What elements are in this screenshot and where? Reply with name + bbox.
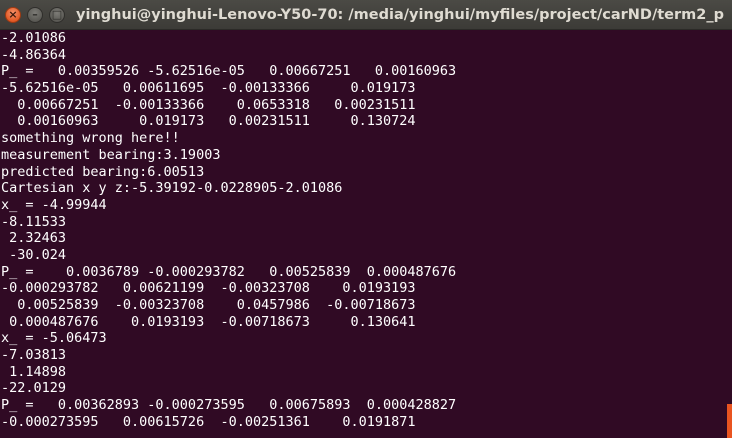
terminal-line: -0.000293782 0.00621199 -0.00323708 0.01…	[1, 280, 416, 297]
terminal-line: -0.000273595 0.00615726 -0.00251361 0.01…	[1, 413, 416, 430]
terminal-line: -2.01086	[1, 30, 67, 46]
minimize-button[interactable]: –	[27, 7, 43, 23]
terminal-line: predicted bearing:6.00513	[1, 163, 205, 180]
minimize-icon: –	[32, 8, 38, 21]
terminal-line: 0.00160963 0.019173 0.00231511 0.130724	[1, 113, 416, 130]
terminal-line: -7.03813	[1, 347, 67, 364]
maximize-icon: □	[51, 8, 63, 21]
terminal-line: x_ = -4.99944	[1, 196, 107, 213]
terminal-line: measurement bearing:3.19003	[1, 146, 221, 163]
terminal-line: 2.32463	[1, 230, 67, 247]
terminal-line: 0.00667251 -0.00133366 0.0653318 0.00231…	[1, 96, 416, 113]
terminal-output[interactable]: -2.01086 -4.86364 P_ = 0.00359526 -5.62516…	[1, 30, 732, 438]
terminal-line: -5.62516e-05 0.00611695 -0.00133366 0.01…	[1, 80, 416, 97]
terminal-line: P_ = 0.00362893 -0.000273595 0.00675893 …	[1, 397, 457, 414]
terminal-window: × – □ yinghui@yinghui-Lenovo-Y50-70: /me…	[0, 0, 732, 438]
window-title: yinghui@yinghui-Lenovo-Y50-70: /media/yi…	[76, 7, 724, 23]
terminal-line: -8.11533	[1, 213, 67, 230]
scrollbar-thumb[interactable]	[727, 404, 732, 438]
terminal-line: 0.000487676 0.0193193 -0.00718673 0.1306…	[1, 313, 416, 330]
terminal-line: -22.0129	[1, 380, 67, 397]
close-button[interactable]: ×	[5, 7, 21, 23]
terminal-line: P_ = 0.0036789 -0.000293782 0.00525839 0…	[1, 263, 457, 280]
terminal-line: -30.024	[1, 246, 67, 263]
terminal-line: -4.86364	[1, 46, 67, 63]
close-icon: ×	[8, 8, 18, 21]
terminal-line: P_ = 0.00359526 -5.62516e-05 0.00667251 …	[1, 63, 457, 80]
maximize-button[interactable]: □	[49, 7, 65, 23]
title-bar[interactable]: × – □ yinghui@yinghui-Lenovo-Y50-70: /me…	[0, 0, 732, 30]
terminal-line: 0.00525839 -0.00323708 0.0457986 -0.0071…	[1, 297, 416, 313]
terminal-line: x_ = -5.06473	[1, 330, 107, 347]
terminal-line: Cartesian x y z:-5.39192-0.0228905-2.010…	[1, 180, 343, 197]
terminal-line: 1.14898	[1, 363, 67, 380]
terminal-line: something wrong here!!	[1, 130, 180, 147]
